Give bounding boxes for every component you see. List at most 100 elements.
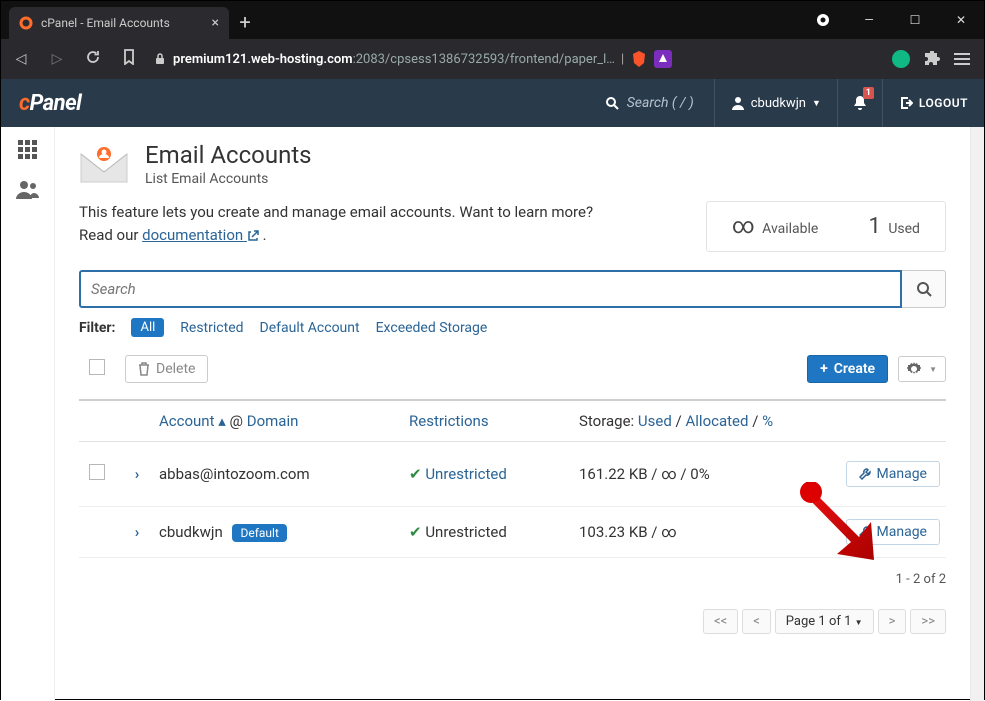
page-next[interactable]: > xyxy=(878,609,907,634)
email-table: Account ▴ @ Domain Restrictions Storage:… xyxy=(79,399,946,558)
cpanel-logo[interactable]: cPanel xyxy=(1,91,169,116)
check-icon: ✔ xyxy=(409,465,422,483)
hamburger-icon[interactable] xyxy=(954,51,970,67)
check-icon: ✔ xyxy=(409,523,422,541)
notification-badge: 1 xyxy=(863,87,874,99)
plus-icon: + xyxy=(820,361,828,377)
main-content: Email Accounts List Email Accounts This … xyxy=(55,127,970,701)
nav-forward-icon[interactable]: ▷ xyxy=(45,51,69,67)
browser-toolbar: ◁ ▷ premium121.web-hosting.com:2083/cpse… xyxy=(1,39,984,79)
tab-title: cPanel - Email Accounts xyxy=(41,16,170,30)
filter-row: Filter: All Restricted Default Account E… xyxy=(79,318,946,337)
external-link-icon xyxy=(247,230,259,242)
search-input[interactable] xyxy=(79,270,902,308)
sort-account[interactable]: Account xyxy=(159,412,215,430)
available-value: ∞ xyxy=(732,214,755,239)
trash-icon xyxy=(138,362,150,376)
cpanel-header: cPanel Search ( / ) cbudkwjn ▼ 1 LOGOUT xyxy=(1,79,984,127)
header-search[interactable]: Search ( / ) xyxy=(169,95,714,111)
filter-label: Filter: xyxy=(79,320,115,336)
expand-icon[interactable]: › xyxy=(135,465,140,483)
sidebar xyxy=(1,127,55,701)
sort-domain[interactable]: Domain xyxy=(247,412,299,430)
chevron-down-icon: ▼ xyxy=(812,98,821,109)
delete-button[interactable]: Delete xyxy=(125,355,208,383)
email-icon xyxy=(79,144,129,184)
notifications[interactable]: 1 xyxy=(837,79,882,127)
close-window-button[interactable]: ✕ xyxy=(938,1,984,39)
page-current[interactable]: Page 1 of 1 ▼ xyxy=(775,609,874,634)
new-tab-button[interactable]: + xyxy=(229,5,261,39)
select-all-checkbox[interactable] xyxy=(89,359,105,375)
triangle-icon[interactable] xyxy=(654,50,672,68)
minimize-button[interactable]: — xyxy=(846,1,892,39)
user-menu[interactable]: cbudkwjn ▼ xyxy=(714,79,837,127)
table-row: › abbas@intozoom.com ✔ Unrestricted 161.22 … xyxy=(79,442,946,507)
action-row: Delete +Create ▼ xyxy=(79,349,946,389)
maximize-button[interactable]: ☐ xyxy=(892,1,938,39)
settings-button[interactable]: ▼ xyxy=(898,356,946,382)
lock-icon xyxy=(153,52,167,66)
logout-button[interactable]: LOGOUT xyxy=(882,79,984,127)
manage-button[interactable]: Manage xyxy=(846,461,940,487)
nav-back-icon[interactable]: ◁ xyxy=(9,51,33,67)
shield-icon[interactable] xyxy=(800,1,846,39)
row-checkbox[interactable] xyxy=(89,464,105,480)
filter-exceeded[interactable]: Exceeded Storage xyxy=(376,320,488,336)
account-email: abbas@intozoom.com xyxy=(159,465,310,483)
browser-tab[interactable]: cPanel - Email Accounts × xyxy=(9,7,229,39)
restriction-value: Unrestricted xyxy=(425,465,506,483)
page-last[interactable]: >> xyxy=(910,609,946,634)
wrench-icon xyxy=(859,468,871,480)
users-icon[interactable] xyxy=(16,179,40,199)
col-restrictions[interactable]: Restrictions xyxy=(409,412,489,430)
page-title: Email Accounts xyxy=(145,141,312,169)
table-header: Account ▴ @ Domain Restrictions Storage:… xyxy=(79,401,946,442)
logout-icon xyxy=(899,96,913,110)
page-first[interactable]: << xyxy=(703,609,738,634)
create-button[interactable]: +Create xyxy=(807,355,888,383)
puzzle-icon[interactable] xyxy=(924,51,940,67)
user-icon xyxy=(731,96,745,110)
scrollbar[interactable] xyxy=(970,127,984,701)
expand-icon[interactable]: › xyxy=(135,523,140,541)
restriction-value: Unrestricted xyxy=(425,523,506,541)
chevron-down-icon: ▼ xyxy=(929,365,937,374)
cpanel-favicon xyxy=(19,16,33,30)
filter-restricted[interactable]: Restricted xyxy=(180,320,243,336)
documentation-link[interactable]: documentation xyxy=(142,226,259,244)
search-button[interactable] xyxy=(902,270,946,308)
stats-panel: ∞ Available 1 Used xyxy=(706,201,946,252)
pagination: << < Page 1 of 1 ▼ > >> xyxy=(703,609,946,634)
brave-icon[interactable] xyxy=(630,50,648,68)
search-icon xyxy=(916,281,932,297)
header-search-placeholder: Search ( / ) xyxy=(627,95,694,111)
used-value: 1 xyxy=(868,214,880,239)
storage-value: 161.22 KB / ∞ / 0% xyxy=(579,465,779,483)
reload-icon[interactable] xyxy=(81,49,105,69)
wrench-icon xyxy=(859,526,871,538)
grammarly-icon[interactable] xyxy=(892,50,910,68)
address-bar[interactable]: premium121.web-hosting.com:2083/cpsess13… xyxy=(153,50,874,68)
bookmark-icon[interactable] xyxy=(117,49,141,69)
table-row: › cbudkwjn Default ✔ Unrestricted 103.23 KB… xyxy=(79,507,946,558)
intro-text: This feature lets you create and manage … xyxy=(79,201,682,252)
url-text: premium121.web-hosting.com:2083/cpsess13… xyxy=(173,52,615,67)
storage-value: 103.23 KB / ∞ xyxy=(579,523,779,541)
page-prev[interactable]: < xyxy=(742,609,771,634)
gear-icon xyxy=(907,362,921,376)
manage-button[interactable]: Manage xyxy=(846,519,940,545)
grid-icon[interactable] xyxy=(17,139,39,161)
sort-asc-icon: ▴ xyxy=(218,412,226,430)
close-tab-icon[interactable]: × xyxy=(212,15,219,31)
extensions-area xyxy=(886,50,976,68)
page-subtitle: List Email Accounts xyxy=(145,171,312,187)
search-icon xyxy=(605,96,619,110)
pagination-range: 1 - 2 of 2 xyxy=(896,572,946,587)
username: cbudkwjn xyxy=(751,96,806,111)
browser-titlebar: cPanel - Email Accounts × + — ☐ ✕ xyxy=(1,1,984,39)
filter-default[interactable]: Default Account xyxy=(260,320,360,336)
filter-all[interactable]: All xyxy=(131,318,164,337)
default-badge: Default xyxy=(232,524,286,542)
account-email: cbudkwjn xyxy=(159,523,223,541)
